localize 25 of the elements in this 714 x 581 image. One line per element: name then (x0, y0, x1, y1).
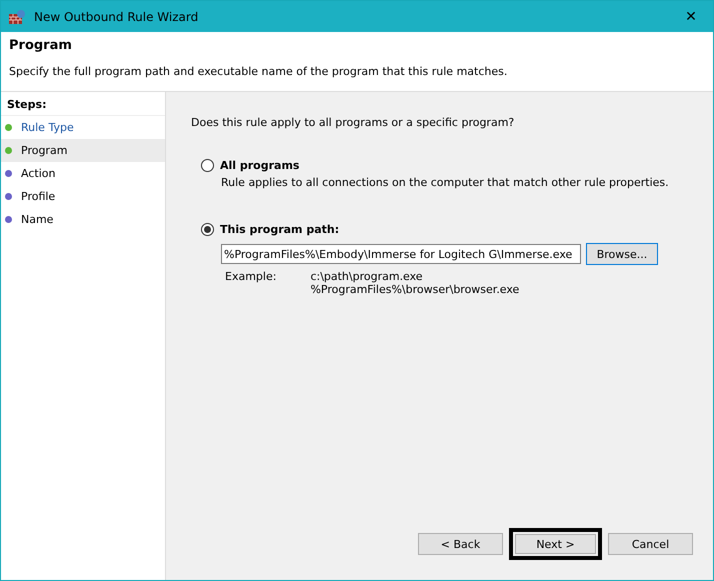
example-label: Example: (225, 270, 276, 285)
wizard-button[interactable]: Cancel (608, 533, 693, 555)
firewall-icon (8, 8, 26, 24)
option-description: Rule applies to all connections on the computer that match other rule properties. (221, 176, 670, 189)
wizard-button[interactable]: < Back (418, 533, 503, 555)
option-label: This program path: (220, 223, 340, 236)
example-path: c:\path\program.exe (310, 270, 424, 283)
step-item[interactable]: Name (21, 213, 54, 226)
radio-button[interactable] (201, 223, 214, 236)
option-label: All programs (220, 159, 300, 172)
page-title: Program (9, 38, 73, 53)
question-text: Does this rule apply to all programs or a specific program? (191, 116, 516, 129)
program-path-field[interactable]: %ProgramFiles%\Embody\Immerse for Logitech G\Immerse.exe (221, 244, 581, 264)
page-description: Specify the full program path and executable name of the program that this rule matches. (9, 65, 508, 78)
radio-button[interactable] (201, 159, 214, 172)
step-item[interactable]: Profile (21, 190, 56, 203)
close-icon[interactable]: ✕ (669, 8, 713, 24)
step-item[interactable]: Program (1, 139, 165, 162)
step-item[interactable]: Action (21, 167, 56, 180)
window-title: New Outbound Rule Wizard (34, 10, 200, 24)
steps-heading: Steps: (1, 94, 165, 116)
example-path: %ProgramFiles%\browser\browser.exe (310, 283, 520, 296)
step-item[interactable]: Rule Type (21, 121, 74, 134)
browse-button[interactable]: Browse... (586, 243, 658, 265)
wizard-button[interactable]: Next > (509, 528, 602, 560)
